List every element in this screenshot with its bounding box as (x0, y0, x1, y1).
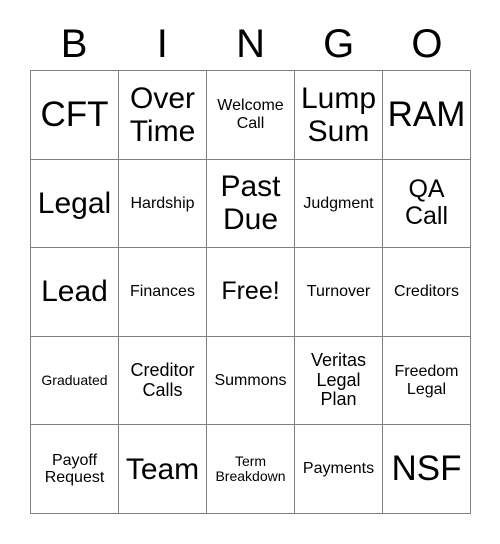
bingo-cell-label: Payments (302, 460, 375, 478)
bingo-cell-label: Over Time (129, 81, 196, 148)
bingo-cell-label: Creditor Calls (130, 359, 195, 400)
bingo-cell-label: NSF (391, 448, 462, 488)
bingo-cell[interactable]: Veritas Legal Plan (295, 336, 383, 426)
bingo-cell-label: Graduated (41, 371, 108, 388)
bingo-cell[interactable]: Graduated (31, 336, 119, 426)
bingo-cell-label: Lump Sum (300, 81, 377, 148)
bingo-header-letter-b: B (60, 22, 88, 66)
bingo-cell[interactable]: Over Time (119, 71, 207, 160)
bingo-cell-label: Judgment (303, 194, 374, 212)
bingo-cell[interactable]: Judgment (295, 159, 383, 249)
bingo-cell[interactable]: Legal (31, 159, 119, 249)
bingo-cell-label: Team (125, 452, 200, 486)
bingo-cell[interactable]: Freedom Legal (383, 336, 471, 426)
bingo-cell-label: Summons (214, 371, 287, 389)
bingo-cell[interactable]: QA Call (383, 159, 471, 249)
bingo-cell[interactable]: Payoff Request (31, 425, 119, 514)
bingo-cell-label: CFT (40, 94, 109, 134)
bingo-cell-label: Veritas Legal Plan (310, 349, 367, 410)
bingo-cell-label: Hardship (130, 194, 195, 212)
bingo-cell[interactable]: Finances (119, 248, 207, 337)
bingo-cell-label: Lead (41, 275, 108, 309)
bingo-cell-label: Finances (130, 283, 195, 301)
bingo-cell[interactable]: NSF (383, 425, 471, 514)
bingo-cell[interactable]: Hardship (119, 159, 207, 249)
bingo-cell[interactable]: Team (119, 425, 207, 514)
bingo-cell-label: Payoff Request (44, 451, 105, 487)
bingo-cell-label: Turnover (306, 283, 371, 301)
bingo-header-letter-i: I (156, 22, 168, 66)
bingo-cell[interactable]: Welcome Call (207, 71, 295, 160)
bingo-header-letter-g: G (323, 22, 355, 66)
bingo-cell[interactable]: Turnover (295, 248, 383, 337)
bingo-cell[interactable]: Past Due (207, 159, 295, 249)
bingo-cell[interactable]: Creditor Calls (119, 336, 207, 426)
bingo-cell-label: Term Breakdown (215, 452, 286, 485)
bingo-cell-label: Welcome Call (217, 97, 284, 132)
bingo-cell[interactable]: CFT (31, 71, 119, 160)
bingo-cell[interactable]: Lump Sum (295, 71, 383, 160)
bingo-cell[interactable]: Term Breakdown (207, 425, 295, 514)
bingo-cell-label: Legal (37, 186, 112, 220)
bingo-cell[interactable]: Payments (295, 425, 383, 514)
bingo-cell[interactable]: Summons (207, 336, 295, 426)
bingo-grid: CFT Over Time Welcome Call Lump Sum RAM … (30, 70, 471, 514)
bingo-header-letter-n: N (236, 22, 265, 66)
bingo-cell-label: Past Due (220, 170, 281, 237)
bingo-cell[interactable]: Creditors (383, 248, 471, 337)
bingo-cell-label: Creditors (394, 283, 459, 301)
bingo-cell-label: Freedom Legal (394, 363, 459, 398)
bingo-cell-label: RAM (387, 94, 466, 134)
bingo-cell[interactable]: Lead (31, 248, 119, 337)
bingo-cell-label: QA Call (404, 174, 449, 231)
bingo-cell[interactable]: RAM (383, 71, 471, 160)
bingo-header-row: B I N G O (30, 18, 471, 70)
bingo-card: B I N G O CFT Over Time Welcome Call Lum… (0, 0, 500, 544)
bingo-cell-label: Free! (221, 277, 280, 306)
bingo-cell-free[interactable]: Free! (207, 248, 295, 337)
bingo-header-letter-o: O (411, 22, 443, 66)
